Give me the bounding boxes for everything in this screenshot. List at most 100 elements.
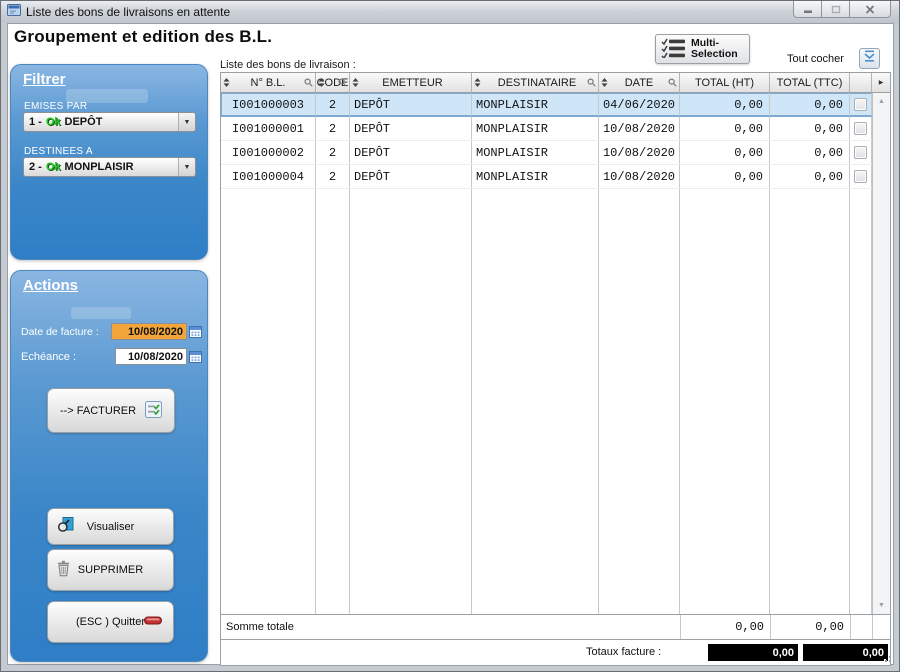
table-row[interactable]: I001000002 2 DEPÔT MONPLAISIR 10/08/2020… [221, 141, 872, 165]
sort-icon[interactable] [601, 78, 608, 90]
minimize-button[interactable] [793, 1, 822, 18]
cell-code: 2 [316, 141, 350, 164]
trash-icon [56, 560, 71, 580]
column-header-total-ht[interactable]: TOTAL (HT) [680, 73, 770, 92]
destinees-a-label: DESTINEES A [24, 146, 93, 157]
search-icon[interactable] [587, 78, 596, 90]
checklist-icon [661, 36, 687, 63]
supprimer-button[interactable]: SUPPRIMER [47, 549, 174, 591]
corner-arrow-icon[interactable]: ▶ [872, 73, 890, 92]
column-header-date[interactable]: DATE [599, 73, 680, 92]
sort-icon[interactable] [223, 78, 230, 90]
chevron-down-icon[interactable]: ▼ [178, 158, 195, 176]
calendar-icon[interactable] [189, 325, 202, 343]
cell-no-bl: I001000004 [221, 165, 316, 188]
quitter-button-label: (ESC ) Quitter [76, 616, 145, 628]
echeance-input[interactable]: 10/08/2020 [115, 348, 187, 365]
cell-date: 04/06/2020 [599, 93, 680, 116]
cell-total-ht: 0,00 [680, 141, 770, 164]
close-button[interactable] [849, 1, 891, 18]
column-header-emetteur[interactable]: EMETTEUR [350, 73, 472, 92]
visualiser-button[interactable]: Visualiser [47, 508, 174, 545]
scroll-down-button[interactable]: ▼ [874, 598, 889, 613]
cell-destinataire: MONPLAISIR [472, 165, 599, 188]
footer-total-ht: 0,00 [680, 615, 770, 639]
app-window: Liste des bons de livraisons en attente … [0, 0, 900, 672]
cell-total-ht: 0,00 [680, 117, 770, 140]
quitter-button[interactable]: (ESC ) Quitter [47, 601, 174, 643]
cell-total-ttc: 0,00 [770, 141, 850, 164]
table-header: N° B.L. CODE EMETTEUR DESTINATAIRE [221, 73, 890, 93]
cell-date: 10/08/2020 [599, 165, 680, 188]
cell-emetteur: DEPÔT [350, 141, 472, 164]
sort-icon[interactable] [474, 78, 481, 90]
destinees-a-dropdown[interactable]: 2 - Ok MONPLAISIR ▼ [23, 157, 196, 177]
emises-par-label: EMISES PAR [24, 101, 87, 112]
invoice-checklist-icon [145, 401, 162, 421]
cell-no-bl: I001000002 [221, 141, 316, 164]
row-checkbox[interactable] [854, 122, 867, 135]
dropdown-value-text: DEPÔT [65, 116, 103, 128]
search-icon[interactable] [338, 78, 347, 90]
page-title: Groupement et edition des B.L. [14, 27, 272, 47]
titlebar[interactable]: Liste des bons de livraisons en attente [1, 1, 899, 23]
row-checkbox[interactable] [854, 98, 867, 111]
cell-emetteur: DEPÔT [350, 165, 472, 188]
table-row[interactable]: I001000004 2 DEPÔT MONPLAISIR 10/08/2020… [221, 165, 872, 189]
maximize-button[interactable] [821, 1, 850, 18]
cell-code: 2 [316, 93, 350, 116]
cell-total-ttc: 0,00 [770, 93, 850, 116]
scroll-up-button[interactable]: ▲ [874, 94, 889, 109]
date-facture-label: Date de facture : [21, 326, 99, 338]
search-icon[interactable] [668, 78, 677, 90]
calendar-icon[interactable] [189, 350, 202, 368]
column-header-destinataire[interactable]: DESTINATAIRE [472, 73, 599, 92]
cell-no-bl: I001000003 [221, 93, 316, 116]
table-caption: Liste des bons de livraison : [220, 59, 356, 71]
search-icon[interactable] [304, 78, 313, 90]
cell-destinataire: MONPLAISIR [472, 117, 599, 140]
tout-cocher-button[interactable] [859, 48, 880, 69]
cell-total-ht: 0,00 [680, 165, 770, 188]
magnifier-document-icon [56, 516, 74, 537]
row-checkbox[interactable] [854, 170, 867, 183]
resize-grip[interactable] [881, 652, 891, 662]
total-facture-ht: 0,00 [708, 644, 798, 661]
actions-panel-title: Actions [23, 277, 78, 294]
cell-total-ttc: 0,00 [770, 117, 850, 140]
checkbox-cell [850, 141, 872, 164]
row-checkbox[interactable] [854, 146, 867, 159]
facturer-button[interactable]: --> FACTURER [47, 388, 175, 433]
visualiser-button-label: Visualiser [87, 521, 135, 533]
table-footer: Somme totale 0,00 0,00 [221, 614, 890, 639]
window-title: Liste des bons de livraisons en attente [26, 5, 230, 19]
multi-selection-button[interactable]: Multi- Selection [655, 34, 750, 64]
vertical-scrollbar[interactable]: ▲ ▼ [872, 93, 890, 614]
emises-par-dropdown[interactable]: 1 - Ok DEPÔT ▼ [23, 112, 196, 132]
dropdown-value-prefix: 2 - [29, 161, 42, 173]
sort-icon[interactable] [318, 78, 325, 90]
dropdown-value-text: MONPLAISIR [65, 161, 134, 173]
empty-grid-area [221, 189, 872, 614]
multi-selection-label: Multi- Selection [691, 38, 738, 60]
cell-emetteur: DEPÔT [350, 93, 472, 116]
checkbox-cell [850, 93, 872, 116]
filter-panel-title: Filtrer [23, 71, 66, 88]
somme-totale-label: Somme totale [221, 615, 680, 639]
filter-panel: Filtrer EMISES PAR 1 - Ok DEPÔT ▼ DESTIN… [10, 64, 208, 260]
column-header-total-ttc[interactable]: TOTAL (TTC) [770, 73, 850, 92]
tout-cocher-label: Tout cocher [787, 53, 844, 65]
checkbox-cell [850, 165, 872, 188]
cell-no-bl: I001000001 [221, 117, 316, 140]
cell-emetteur: DEPÔT [350, 117, 472, 140]
cell-destinataire: MONPLAISIR [472, 141, 599, 164]
date-facture-input[interactable]: 10/08/2020 [111, 323, 187, 340]
table-row[interactable]: I001000003 2 DEPÔT MONPLAISIR 04/06/2020… [221, 93, 872, 117]
table-row[interactable]: I001000001 2 DEPÔT MONPLAISIR 10/08/2020… [221, 117, 872, 141]
column-header-checkbox [850, 73, 872, 92]
sort-icon[interactable] [352, 78, 359, 90]
column-header-code[interactable]: CODE [316, 73, 350, 92]
column-header-no-bl[interactable]: N° B.L. [221, 73, 316, 92]
chevron-down-icon[interactable]: ▼ [178, 113, 195, 131]
table-body: I001000003 2 DEPÔT MONPLAISIR 04/06/2020… [221, 93, 890, 614]
